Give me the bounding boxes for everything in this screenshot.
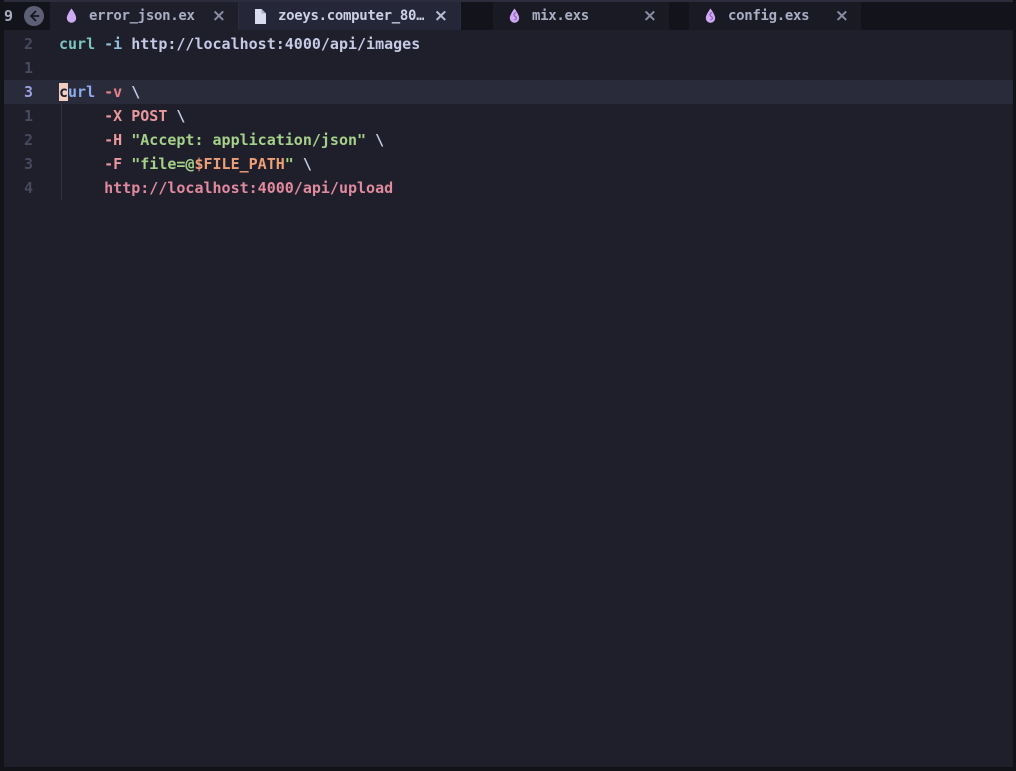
syntax-segment: \ <box>366 131 384 149</box>
elixir-drop-icon <box>703 7 719 25</box>
line-number: 1 <box>4 56 33 80</box>
syntax-segment <box>95 35 104 53</box>
code-text: http://localhost:4000/api/upload <box>33 176 393 200</box>
syntax-segment: $FILE_PATH <box>194 155 284 173</box>
code-text: curl -v \ <box>33 80 140 104</box>
code-line[interactable]: 4 http://localhost:4000/api/upload <box>4 176 1013 200</box>
close-icon[interactable]: × <box>643 8 657 25</box>
workspace-indicator: 9 <box>4 2 20 30</box>
syntax-segment: \ <box>167 107 185 125</box>
syntax-segment: \ <box>294 155 312 173</box>
line-number: 2 <box>4 32 33 56</box>
tab-list: error_json.ex×zoeys.computer_80…×mix.exs… <box>50 2 861 30</box>
code-text: -F "file=@$FILE_PATH" \ <box>33 152 312 176</box>
code-text: curl -i http://localhost:4000/api/images <box>33 32 420 56</box>
syntax-segment: \ <box>122 83 140 101</box>
tab-mix.exs[interactable]: mix.exs × <box>493 2 669 30</box>
syntax-segment: curl <box>59 35 95 53</box>
syntax-segment <box>122 155 131 173</box>
code-text <box>33 56 59 80</box>
code-text: -X POST \ <box>33 104 185 128</box>
tab-label: zoeys.computer_80… <box>278 8 424 24</box>
elixir-drop-icon <box>64 7 80 25</box>
arrow-left-icon <box>28 10 40 22</box>
syntax-segment: url <box>68 83 95 101</box>
line-number: 2 <box>4 128 33 152</box>
syntax-segment: -F <box>104 155 122 173</box>
syntax-segment <box>59 179 104 197</box>
syntax-segment <box>59 107 104 125</box>
syntax-segment <box>59 131 104 149</box>
code-line[interactable]: 2 -H "Accept: application/json" \ <box>4 128 1013 152</box>
syntax-segment: "file=@ <box>131 155 194 173</box>
syntax-segment: http://localhost:4000/api/upload <box>104 179 393 197</box>
file-document-icon <box>253 7 269 25</box>
elixir-drop-icon <box>507 7 523 25</box>
code-line-current[interactable]: 3curl -v \ <box>4 80 1013 104</box>
close-icon[interactable]: × <box>835 8 849 25</box>
tab-zoeys.computer-80-[interactable]: zoeys.computer_80… × <box>238 2 461 30</box>
code-line[interactable]: 2curl -i http://localhost:4000/api/image… <box>4 32 1013 56</box>
code-line[interactable]: 3 -F "file=@$FILE_PATH" \ <box>4 152 1013 176</box>
syntax-segment: http://localhost:4000/api/images <box>131 35 420 53</box>
line-number: 3 <box>4 80 33 104</box>
syntax-segment: -i <box>104 35 122 53</box>
tab-label: error_json.ex <box>89 8 202 24</box>
syntax-segment: -v <box>104 83 122 101</box>
syntax-segment: "Accept: application/json" <box>131 131 366 149</box>
code-line[interactable]: 1 -X POST \ <box>4 104 1013 128</box>
tab-error-json.ex[interactable]: error_json.ex × <box>50 2 238 30</box>
tab-bar: 9 error_json.ex×zoeys.computer_80…×mix.e… <box>4 0 1013 30</box>
code-line[interactable]: 1 <box>4 56 1013 80</box>
line-number: 4 <box>4 176 33 200</box>
syntax-segment <box>122 35 131 53</box>
syntax-segment: -X POST <box>104 107 167 125</box>
editor-window: 9 error_json.ex×zoeys.computer_80…×mix.e… <box>0 0 1016 771</box>
line-number: 3 <box>4 152 33 176</box>
syntax-segment <box>59 155 104 173</box>
syntax-segment: -H <box>104 131 122 149</box>
tab-label: config.exs <box>728 8 825 24</box>
syntax-segment <box>95 83 104 101</box>
tab-config.exs[interactable]: config.exs × <box>689 2 861 30</box>
line-number: 1 <box>4 104 33 128</box>
close-icon[interactable]: × <box>434 8 448 25</box>
tab-label: mix.exs <box>532 8 633 24</box>
syntax-segment: " <box>285 155 294 173</box>
close-icon[interactable]: × <box>212 8 226 25</box>
code-text: -H "Accept: application/json" \ <box>33 128 384 152</box>
syntax-segment <box>122 131 131 149</box>
editor[interactable]: 2curl -i http://localhost:4000/api/image… <box>4 30 1013 767</box>
text-cursor: c <box>59 83 68 101</box>
back-button[interactable] <box>24 6 44 26</box>
